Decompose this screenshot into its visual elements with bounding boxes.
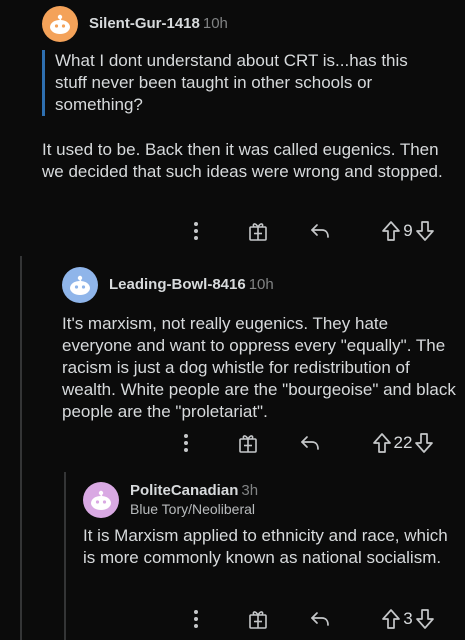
comment-body: It's marxism, not really eugenics. They …: [62, 314, 456, 421]
vote-score: 22: [393, 433, 413, 452]
username[interactable]: Silent-Gur-1418: [89, 15, 200, 32]
more-vertical-icon: [194, 610, 198, 628]
snoo-avatar-icon: [50, 14, 70, 34]
upvote-arrow-icon[interactable]: [381, 220, 401, 242]
reply-arrow-icon: [311, 612, 329, 626]
vote-controls: 9: [368, 218, 448, 244]
more-button[interactable]: [184, 218, 208, 244]
comment-silent-gur: Silent-Gur-1418 10h What I dont understan…: [0, 0, 465, 256]
comment-polite-canadian: PoliteCanadian 3h Blue Tory/Neoliberal It…: [0, 472, 465, 640]
action-bar: 3: [0, 606, 465, 632]
comment-age: 3h: [241, 482, 259, 499]
avatar[interactable]: [42, 6, 78, 42]
more-button[interactable]: [184, 606, 208, 632]
upvote-arrow-icon[interactable]: [372, 432, 392, 454]
downvote-arrow-icon[interactable]: [414, 432, 434, 454]
gift-award-icon: [239, 435, 257, 453]
comment-header: Silent-Gur-1418 10h: [42, 6, 228, 42]
reply-button[interactable]: [306, 606, 334, 632]
comment-age: 10h: [248, 276, 274, 293]
comment-meta: Silent-Gur-1418 10h: [89, 15, 228, 33]
gift-award-icon: [249, 611, 267, 629]
comment-header: PoliteCanadian 3h Blue Tory/Neoliberal: [83, 482, 258, 518]
avatar[interactable]: [83, 482, 119, 518]
vote-score: 9: [403, 221, 413, 240]
upvote-arrow-icon[interactable]: [381, 608, 401, 630]
comment-body: It used to be. Back then it was called e…: [42, 140, 443, 181]
vote-controls: 3: [368, 606, 448, 632]
avatar[interactable]: [62, 267, 98, 303]
award-button[interactable]: [234, 430, 262, 456]
user-flair: Blue Tory/Neoliberal: [130, 501, 256, 517]
downvote-arrow-icon[interactable]: [415, 220, 435, 242]
action-bar: 9: [0, 218, 465, 244]
comment-age: 10h: [202, 15, 228, 32]
vote-controls: 22: [358, 430, 448, 456]
more-vertical-icon: [194, 222, 198, 240]
snoo-avatar-icon: [70, 275, 90, 295]
snoo-avatar-icon: [91, 490, 111, 510]
comment-body: It is Marxism applied to ethnicity and r…: [83, 526, 448, 567]
downvote-arrow-icon[interactable]: [415, 608, 435, 630]
username[interactable]: PoliteCanadian: [130, 482, 238, 499]
vote-score: 3: [403, 609, 413, 628]
username[interactable]: Leading-Bowl-8416: [109, 276, 246, 293]
gift-award-icon: [249, 223, 267, 241]
award-button[interactable]: [244, 606, 272, 632]
comment-header: Leading-Bowl-8416 10h: [62, 267, 274, 303]
reply-button[interactable]: [306, 218, 334, 244]
reply-button[interactable]: [296, 430, 324, 456]
action-bar: 22: [0, 430, 465, 456]
more-button[interactable]: [174, 430, 198, 456]
block-quote: What I dont understand about CRT is...ha…: [42, 50, 435, 116]
comment-leading-bowl: Leading-Bowl-8416 10h It's marxism, not r…: [0, 256, 465, 472]
comment-meta: Leading-Bowl-8416 10h: [109, 276, 274, 294]
reply-arrow-icon: [301, 436, 319, 450]
reply-arrow-icon: [311, 224, 329, 238]
comment-meta: PoliteCanadian 3h Blue Tory/Neoliberal: [130, 482, 258, 518]
award-button[interactable]: [244, 218, 272, 244]
more-vertical-icon: [184, 434, 188, 452]
